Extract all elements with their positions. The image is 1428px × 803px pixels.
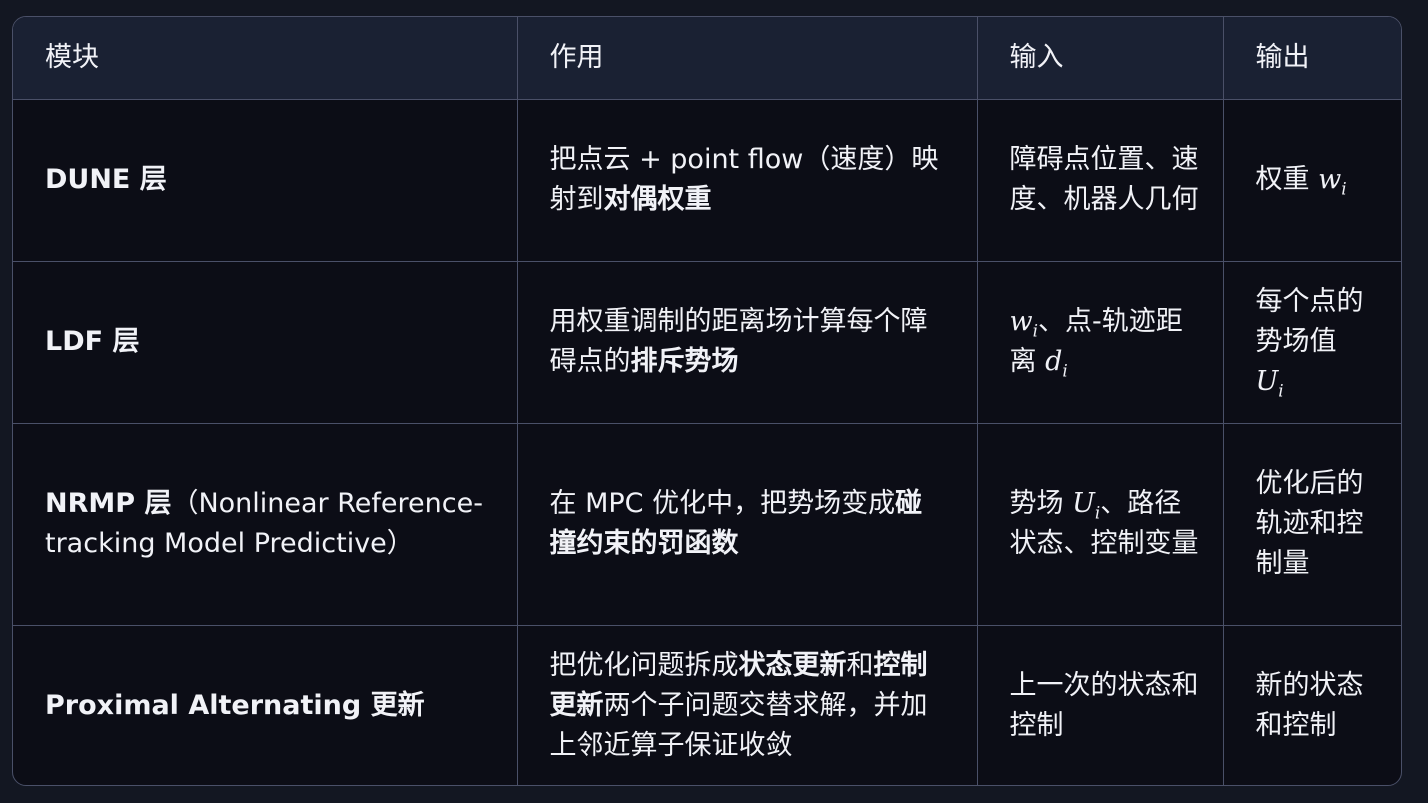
cell-role: 在 MPC 优化中，把势场变成碰撞约束的罚函数 [516, 422, 978, 626]
input-variable-distance: di [1045, 346, 1068, 381]
cell-output: 优化后的轨迹和控制量 [1222, 422, 1401, 626]
table-row: DUNE 层 把点云 + point flow（速度）映射到对偶权重 障碍点位置… [13, 98, 1401, 262]
cell-input: 势场 Ui、路径状态、控制变量 [976, 422, 1224, 626]
output-text: 优化后的轨迹和控制量 [1255, 468, 1364, 579]
cell-input: wi、点-轨迹距离 di [976, 260, 1224, 424]
table-row: NRMP 层（Nonlinear Reference-tracking Mode… [13, 422, 1401, 626]
table-row: Proximal Alternating 更新 把优化问题拆成状态更新和控制更新… [13, 624, 1401, 785]
cell-input: 上一次的状态和控制 [976, 624, 1224, 785]
output-variable: wi [1318, 164, 1347, 199]
input-variable: Ui [1072, 488, 1101, 523]
module-name: DUNE 层 [45, 164, 167, 195]
header-module: 模块 [13, 17, 518, 100]
input-text: 势场 [1009, 488, 1073, 519]
input-text: 上一次的状态和控制 [1009, 670, 1199, 742]
module-name: Proximal Alternating 更新 [45, 690, 425, 722]
output-text: 新的状态和控制 [1255, 670, 1364, 742]
header-output: 输出 [1222, 17, 1401, 100]
input-text: 障碍点位置、速度、机器人几何 [1009, 144, 1199, 215]
role-text-rest: 两个子问题交替求解，并加上邻近算子保证收敛 [549, 690, 928, 762]
header-input: 输入 [976, 17, 1224, 100]
output-text: 每个点的势场值 [1255, 286, 1364, 357]
module-table-frame: 模块 作用 输入 输出 DUNE 层 把点云 + point flow（速度）映… [12, 16, 1402, 786]
input-variable: wi [1009, 306, 1038, 341]
table-header-row: 模块 作用 输入 输出 [13, 17, 1401, 100]
table-row: LDF 层 用权重调制的距离场计算每个障碍点的排斥势场 wi、点-轨迹距离 di… [13, 260, 1401, 424]
module-name: NRMP 层 [45, 488, 172, 519]
role-text: 把优化问题拆成 [549, 650, 739, 682]
output-text: 权重 [1255, 164, 1319, 195]
role-text-and: 和 [846, 650, 874, 682]
cell-module: DUNE 层 [13, 98, 518, 262]
output-variable: Ui [1255, 366, 1284, 401]
role-text: 用权重调制的距离场计算每个障碍点的 [549, 306, 928, 377]
cell-role: 把点云 + point flow（速度）映射到对偶权重 [516, 98, 978, 262]
cell-role: 用权重调制的距离场计算每个障碍点的排斥势场 [516, 260, 978, 424]
cell-module: LDF 层 [13, 260, 518, 424]
cell-module: NRMP 层（Nonlinear Reference-tracking Mode… [13, 422, 518, 626]
role-emphasis-state: 状态更新 [738, 650, 847, 682]
cell-output: 每个点的势场值 Ui [1222, 260, 1401, 424]
role-text: 在 MPC 优化中，把势场变成 [549, 488, 896, 519]
role-emphasis: 对偶权重 [603, 184, 712, 215]
cell-output: 权重 wi [1222, 98, 1401, 262]
cell-role: 把优化问题拆成状态更新和控制更新两个子问题交替求解，并加上邻近算子保证收敛 [516, 624, 978, 785]
cell-module: Proximal Alternating 更新 [13, 624, 518, 785]
cell-output: 新的状态和控制 [1222, 624, 1401, 785]
role-emphasis: 排斥势场 [630, 346, 739, 377]
module-name: LDF 层 [45, 326, 140, 357]
header-role: 作用 [516, 17, 978, 100]
module-table: 模块 作用 输入 输出 DUNE 层 把点云 + point flow（速度）映… [13, 17, 1401, 785]
cell-input: 障碍点位置、速度、机器人几何 [976, 98, 1224, 262]
